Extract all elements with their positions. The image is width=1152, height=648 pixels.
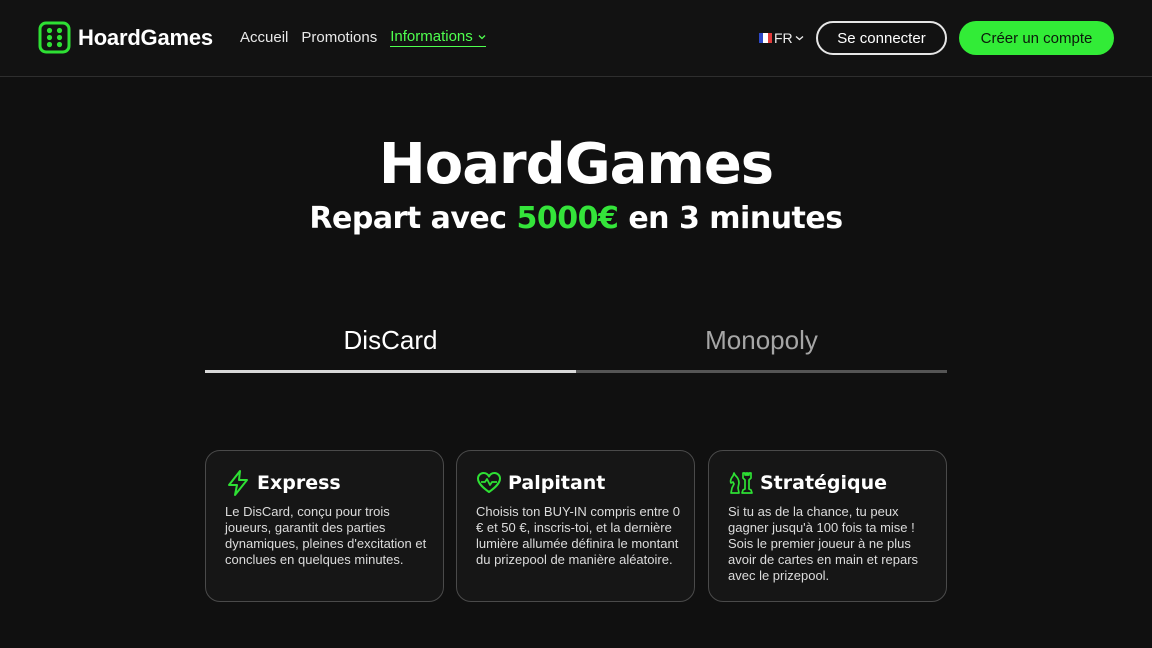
france-flag-icon	[759, 33, 772, 43]
card-description: Le DisCard, conçu pour trois joueurs, ga…	[225, 504, 427, 567]
brand-name: HoardGames	[78, 24, 213, 50]
card-header: Stratégique	[728, 469, 887, 497]
tab-discard[interactable]: DisCard	[205, 325, 576, 375]
feature-card-palpitant: Palpitant Choisis ton BUY-IN compris ent…	[456, 450, 695, 602]
signup-button[interactable]: Créer un compte	[959, 21, 1114, 55]
hero-subtitle: Repart avec 5000€ en 3 minutes	[0, 201, 1152, 236]
card-title: Palpitant	[508, 472, 606, 494]
nav-promotions[interactable]: Promotions	[301, 29, 377, 46]
card-title: Stratégique	[760, 472, 888, 494]
chevron-down-icon	[795, 36, 804, 41]
nav-informations-label: Informations	[390, 28, 473, 45]
main-nav: Accueil Promotions Informations	[240, 28, 499, 47]
hero-prize-amount: 5000€	[516, 201, 619, 236]
lightning-icon	[228, 470, 248, 496]
login-button[interactable]: Se connecter	[816, 21, 947, 55]
hero-subtitle-prefix: Repart avec	[309, 201, 517, 236]
tab-indicator-inactive	[576, 370, 947, 373]
brand-logo[interactable]: HoardGames	[38, 21, 213, 54]
language-selector[interactable]: FR	[759, 30, 804, 46]
game-tabs: DisCard Monopoly	[205, 325, 947, 375]
nav-informations[interactable]: Informations	[390, 28, 486, 47]
feature-card-express: Express Le DisCard, conçu pour trois jou…	[205, 450, 444, 602]
card-header: Palpitant	[476, 469, 605, 497]
card-title: Express	[257, 472, 341, 494]
feature-card-strategique: Stratégique Si tu as de la chance, tu pe…	[708, 450, 947, 602]
chevron-down-icon	[478, 34, 486, 39]
tab-monopoly[interactable]: Monopoly	[576, 325, 947, 375]
nav-accueil[interactable]: Accueil	[240, 29, 288, 46]
tab-indicator-active	[205, 370, 576, 373]
heartbeat-icon	[477, 472, 501, 493]
chess-icon	[729, 472, 753, 494]
card-description: Si tu as de la chance, tu peux gagner ju…	[728, 504, 919, 583]
dice-logo-icon	[38, 21, 71, 54]
card-header: Express	[225, 469, 341, 497]
hero-subtitle-suffix: en 3 minutes	[618, 201, 843, 236]
language-label: FR	[774, 30, 793, 46]
card-description: Choisis ton BUY-IN compris entre 0 € et …	[476, 504, 680, 567]
top-navbar: HoardGames Accueil Promotions Informatio…	[0, 0, 1152, 77]
hero-title: HoardGames	[378, 132, 774, 197]
